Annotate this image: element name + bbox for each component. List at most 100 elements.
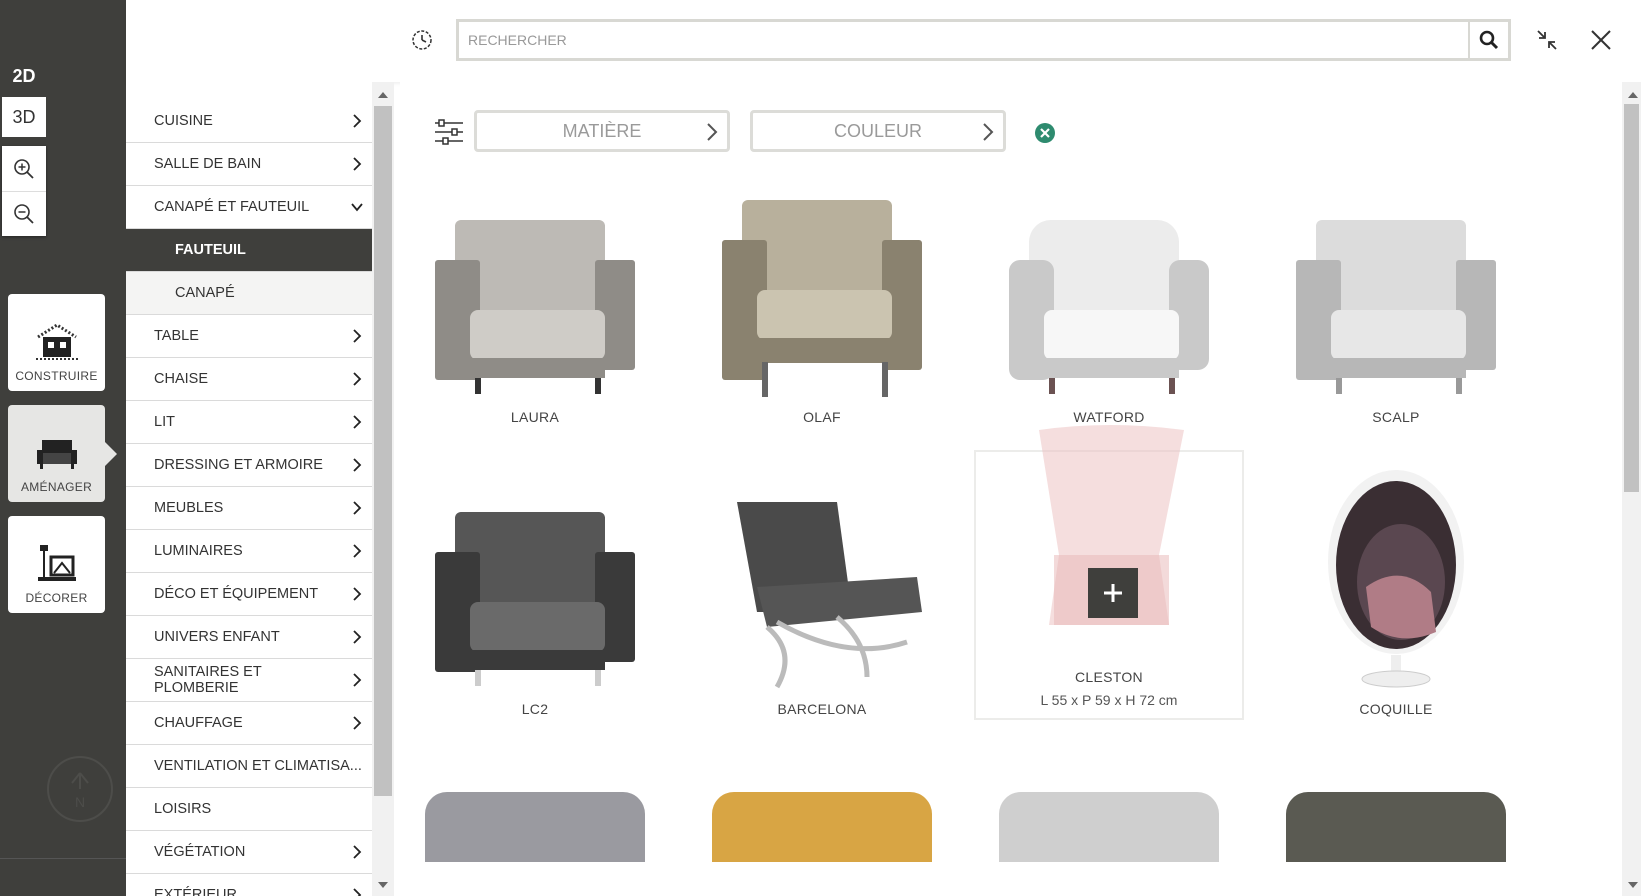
product-image [1271, 462, 1521, 692]
category-list: CUISINE SALLE DE BAIN CANAPÉ ET FAUTEUIL FA… [126, 82, 372, 896]
scroll-down-arrow[interactable] [1628, 882, 1638, 888]
product-dimensions: L 55 x P 59 x H 72 cm [1040, 692, 1178, 708]
zoom-in-button[interactable] [2, 146, 46, 191]
product-card-partial[interactable] [712, 792, 932, 862]
category-item[interactable]: SALLE DE BAIN [126, 143, 372, 186]
catalog-scrollbar[interactable] [1622, 82, 1641, 896]
product-name: BARCELONA [777, 701, 867, 717]
product-card-partial[interactable] [999, 792, 1219, 862]
product-card-partial[interactable] [425, 792, 645, 862]
tool-rail: 2D 3D CONSTRUIRE AMÉNAGER DÉCORER N [0, 0, 126, 896]
category-item[interactable]: TABLE [126, 315, 372, 358]
subcategory-item[interactable]: CANAPÉ [126, 272, 372, 315]
chevron-right-icon [353, 673, 362, 687]
category-item[interactable]: CUISINE [126, 100, 372, 143]
product-card-partial[interactable] [1286, 792, 1506, 862]
chevron-right-icon [353, 501, 362, 515]
category-item[interactable]: VENTILATION ET CLIMATISA... [126, 745, 372, 788]
category-item[interactable]: LOISIRS [126, 788, 372, 831]
mode-amenager-button[interactable]: AMÉNAGER [8, 405, 105, 502]
product-image [697, 462, 947, 692]
product-card[interactable]: LAURA [410, 170, 660, 425]
category-scrollbar[interactable] [372, 82, 394, 896]
product-card[interactable]: BARCELONA [697, 462, 947, 717]
product-name: WATFORD [1073, 409, 1145, 425]
chevron-right-icon [353, 114, 362, 128]
search-bar-area [126, 0, 1641, 82]
category-item[interactable]: UNIVERS ENFANT [126, 616, 372, 659]
category-item[interactable]: CANAPÉ ET FAUTEUIL [126, 186, 372, 229]
filter-couleur-button[interactable]: COULEUR [750, 110, 1006, 152]
history-icon[interactable] [411, 29, 433, 51]
category-label: VÉGÉTATION [154, 844, 246, 860]
chevron-right-icon [353, 845, 362, 859]
view-3d-button[interactable]: 3D [2, 97, 46, 137]
chevron-right-icon [353, 458, 362, 472]
compass-label: N [74, 794, 86, 810]
category-label: LUMINAIRES [154, 543, 243, 559]
chevron-right-icon [353, 372, 362, 386]
filter-matiere-label: MATIÈRE [562, 120, 642, 141]
product-image [1271, 170, 1521, 400]
category-label: SALLE DE BAIN [154, 156, 262, 172]
scrollbar-thumb[interactable] [374, 106, 392, 796]
view-2d-button[interactable]: 2D [2, 56, 46, 96]
category-item[interactable]: MEUBLES [126, 487, 372, 530]
product-card[interactable]: COQUILLE [1271, 462, 1521, 717]
category-label: LIT [154, 414, 175, 430]
scrollbar-thumb[interactable] [1624, 104, 1639, 492]
category-item[interactable]: CHAISE [126, 358, 372, 401]
category-label: CUISINE [154, 113, 213, 129]
mode-decorer-label: DÉCORER [25, 591, 88, 605]
add-product-button[interactable] [1088, 568, 1138, 618]
search-input[interactable] [459, 22, 1468, 58]
category-item[interactable]: SANITAIRES ET PLOMBERIE [126, 659, 372, 702]
lamp-frame-icon [37, 545, 76, 581]
category-label: SANITAIRES ET PLOMBERIE [154, 664, 262, 696]
product-card[interactable]: OLAF [697, 170, 947, 425]
filter-settings-icon[interactable] [434, 119, 464, 145]
mode-construire-button[interactable]: CONSTRUIRE [8, 294, 105, 391]
chevron-right-icon [707, 123, 718, 141]
product-image [976, 425, 1242, 660]
scroll-down-arrow[interactable] [378, 882, 388, 888]
category-item[interactable]: VÉGÉTATION [126, 831, 372, 874]
scroll-up-arrow[interactable] [378, 92, 388, 98]
compass[interactable]: N [47, 756, 113, 822]
product-image [697, 170, 947, 400]
plus-icon [1104, 584, 1122, 602]
filter-couleur-label: COULEUR [833, 120, 922, 141]
subcategory-item[interactable]: FAUTEUIL [126, 229, 372, 272]
mode-construire-label: CONSTRUIRE [15, 369, 98, 383]
scroll-up-arrow[interactable] [1628, 92, 1638, 98]
zoom-in-icon [14, 158, 34, 179]
search-button[interactable] [1468, 22, 1508, 58]
category-label: CANAPÉ ET FAUTEUIL [154, 199, 310, 215]
product-name: LAURA [510, 409, 560, 425]
category-label: LOISIRS [154, 801, 212, 817]
product-card[interactable]: WATFORD [984, 170, 1234, 425]
product-card[interactable]: LC2 [410, 462, 660, 717]
category-item[interactable]: LUMINAIRES [126, 530, 372, 573]
product-catalog: MATIÈRE COULEUR LAURA OLAF WATFORD SCALP… [400, 82, 1622, 896]
category-item[interactable]: CHAUFFAGE [126, 702, 372, 745]
collapse-icon[interactable] [1535, 28, 1559, 52]
filter-matiere-button[interactable]: MATIÈRE [474, 110, 730, 152]
zoom-controls [2, 146, 46, 236]
category-item[interactable]: DRESSING ET ARMOIRE [126, 444, 372, 487]
product-name: LC2 [521, 701, 549, 717]
clear-filters-icon[interactable] [1034, 122, 1056, 144]
scale-line [0, 858, 126, 859]
zoom-out-button[interactable] [2, 191, 46, 236]
category-label: DRESSING ET ARMOIRE [154, 457, 323, 473]
category-item[interactable]: EXTÉRIEUR [126, 874, 372, 896]
category-item[interactable]: LIT [126, 401, 372, 444]
chevron-right-icon [353, 415, 362, 429]
product-card[interactable]: CLESTON L 55 x P 59 x H 72 cm [974, 425, 1244, 720]
mode-decorer-button[interactable]: DÉCORER [8, 516, 105, 613]
chevron-right-icon [353, 716, 362, 730]
product-card[interactable]: SCALP [1271, 170, 1521, 425]
category-item[interactable]: DÉCO ET ÉQUIPEMENT [126, 573, 372, 616]
chevron-right-icon [983, 123, 994, 141]
close-icon[interactable] [1589, 28, 1613, 52]
